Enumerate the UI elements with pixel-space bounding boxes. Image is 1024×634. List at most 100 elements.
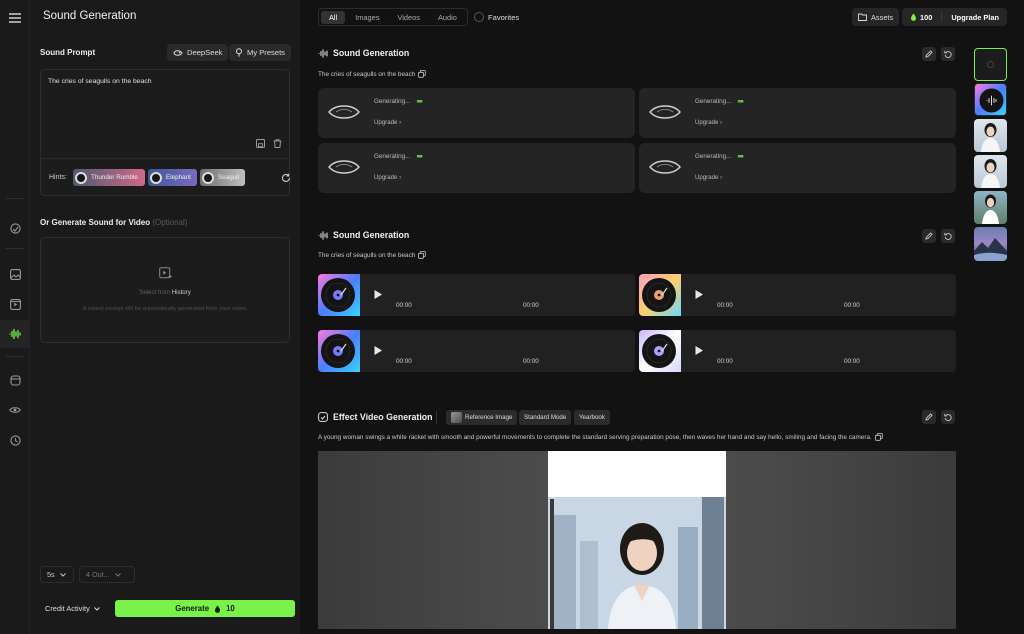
chip-label: Yearbook (579, 414, 605, 421)
section-title-text: Sound Generation (333, 48, 410, 58)
generating-card: Generating... ››››› Upgrade › (318, 143, 635, 193)
upgrade-link[interactable]: Upgrade › (374, 119, 401, 126)
elapsed-time: 00:00 (396, 302, 412, 309)
progress-chevrons: ››››› (737, 98, 743, 105)
thumbnail-selected[interactable] (974, 48, 1007, 81)
tab-audio[interactable]: Audio (430, 11, 465, 24)
section-prompt: The cries of seagulls on the beach (318, 70, 427, 78)
thumbnail-image[interactable] (974, 227, 1007, 261)
rail-divider (6, 248, 24, 249)
trash-icon[interactable] (272, 138, 283, 149)
play-icon[interactable] (694, 289, 704, 300)
standard-mode-chip[interactable]: Standard Mode (519, 410, 572, 425)
box-icon[interactable] (0, 366, 30, 394)
favorites-checkbox[interactable] (474, 12, 484, 22)
thumbnail-image[interactable] (974, 155, 1007, 188)
history-icon[interactable] (0, 426, 30, 454)
upgrade-link[interactable]: Upgrade › (695, 174, 722, 181)
audio-wave-icon (318, 48, 328, 58)
video-help-text: A sound prompt will be automatically gen… (82, 306, 248, 312)
upgrade-plan-button[interactable]: Upgrade Plan (951, 13, 999, 22)
favorites-toggle[interactable]: Favorites (474, 12, 519, 22)
hint-chip-seagull[interactable]: Seagull (200, 169, 245, 186)
play-icon[interactable] (373, 289, 383, 300)
sticker-icon[interactable] (0, 214, 30, 242)
select-from-text: Select from (139, 289, 171, 296)
thumbnail-image[interactable] (974, 191, 1007, 224)
copy-icon[interactable] (418, 251, 427, 259)
assets-label: Assets (871, 12, 894, 22)
image-icon[interactable] (0, 260, 30, 288)
album-cover (639, 274, 681, 316)
edit-icon[interactable] (922, 410, 936, 424)
thumbnail-audio[interactable] (974, 83, 1007, 116)
pin-icon (236, 48, 242, 57)
tab-videos[interactable]: Videos (389, 11, 427, 24)
edit-icon[interactable] (922, 229, 936, 243)
save-icon[interactable] (255, 138, 266, 149)
credit-activity-dropdown[interactable]: Credit Activity (45, 604, 100, 613)
select-from-history: Select from History (41, 289, 289, 296)
sound-prompt-textarea[interactable]: The cries of seagulls on the beach Hints… (40, 69, 291, 196)
track-duration: 00:00 (523, 302, 539, 309)
hint-label: Seagull (218, 174, 240, 181)
my-presets-button[interactable]: My Presets (229, 44, 291, 61)
upgrade-link[interactable]: Upgrade › (374, 174, 401, 181)
divider (436, 411, 437, 424)
audio-wave-icon[interactable] (0, 320, 30, 348)
upgrade-label: Upgrade (695, 119, 719, 126)
upgrade-label: Upgrade (374, 174, 398, 181)
outputs-select[interactable]: 4 Out... (79, 566, 135, 583)
duration-select[interactable]: 5s (40, 566, 74, 583)
copy-icon[interactable] (418, 70, 427, 78)
disc-icon (202, 171, 214, 184)
audio-track-card[interactable]: 00:00 00:00 (318, 330, 635, 372)
history-link[interactable]: History (172, 289, 191, 296)
outputs-value: 4 Out... (86, 570, 110, 579)
audio-track-card[interactable]: 00:00 00:00 (318, 274, 635, 316)
track-duration: 00:00 (523, 358, 539, 365)
prompt-divider (41, 158, 289, 159)
hint-chip-thunder-rumble[interactable]: Thunder Rumble (73, 169, 145, 186)
deepseek-icon (173, 49, 183, 56)
chevron-down-icon (59, 572, 66, 577)
thumbnail-image[interactable] (974, 119, 1007, 152)
generate-cost: 10 (226, 604, 235, 613)
hint-label: Thunder Rumble (91, 174, 138, 181)
section-prompt-text: A young woman swings a white racket with… (318, 433, 872, 441)
reference-image-chip[interactable]: Reference Image (446, 410, 518, 425)
deepseek-button[interactable]: DeepSeek (167, 44, 229, 61)
refresh-icon[interactable] (281, 173, 291, 185)
favorites-label: Favorites (488, 12, 520, 22)
play-icon[interactable] (694, 345, 704, 356)
tab-images[interactable]: Images (347, 11, 387, 24)
menu-icon[interactable] (0, 4, 30, 32)
yearbook-chip[interactable]: Yearbook (574, 410, 610, 425)
divider (941, 12, 943, 22)
generate-button[interactable]: Generate 10 (115, 600, 295, 617)
album-cover (318, 274, 360, 316)
section-title-text: Sound Generation (333, 230, 410, 240)
video-preview[interactable] (318, 451, 956, 629)
eye-icon[interactable] (0, 396, 30, 424)
video-upload-area[interactable]: Select from History A sound prompt will … (40, 237, 290, 343)
undo-icon[interactable] (941, 47, 955, 61)
disc-icon (150, 171, 162, 184)
lens-icon (649, 160, 681, 174)
upgrade-link[interactable]: Upgrade › (695, 119, 722, 126)
video-icon[interactable] (0, 290, 30, 318)
generating-status: Generating... ››››› (374, 153, 423, 160)
audio-track-card[interactable]: 00:00 00:00 (639, 330, 956, 372)
undo-icon[interactable] (941, 410, 955, 424)
tab-all[interactable]: All (321, 10, 346, 24)
deepseek-label: DeepSeek (187, 48, 223, 57)
undo-icon[interactable] (941, 229, 955, 243)
hint-chip-elephant[interactable]: Elephant (148, 169, 197, 186)
album-cover (318, 330, 360, 372)
filter-tabs: All Images Videos Audio (318, 8, 468, 26)
play-icon[interactable] (373, 345, 383, 356)
copy-icon[interactable] (874, 433, 883, 441)
assets-button[interactable]: Assets (852, 8, 900, 26)
edit-icon[interactable] (922, 47, 936, 61)
audio-track-card[interactable]: 00:00 00:00 (639, 274, 956, 316)
